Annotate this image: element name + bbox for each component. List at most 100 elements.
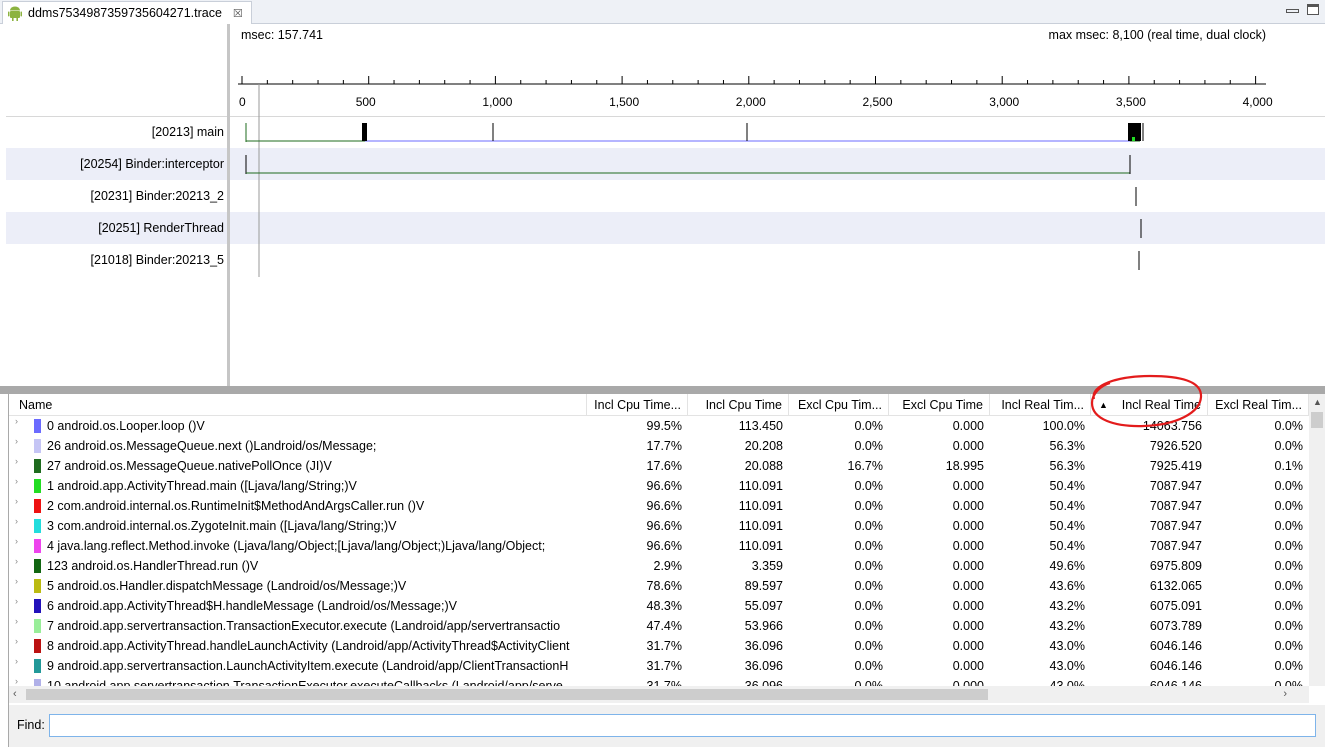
cell-c7: 0.0% <box>1274 539 1304 553</box>
ruler-separator <box>6 116 1325 117</box>
expand-arrow-icon[interactable]: › <box>15 536 18 546</box>
expand-arrow-icon[interactable]: › <box>15 556 18 566</box>
column-incl-cpu-pct[interactable]: Incl Cpu Time... <box>587 394 688 416</box>
timeline-label-divider[interactable] <box>227 24 230 386</box>
cell-c7: 0.0% <box>1274 659 1304 673</box>
thread-label: [20251] RenderThread <box>98 221 224 235</box>
expand-arrow-icon[interactable]: › <box>15 436 18 446</box>
table-row[interactable]: › 7 android.app.servertransaction.Transac… <box>9 616 1309 636</box>
vertical-scrollbar[interactable]: ▲ <box>1309 394 1325 686</box>
table-row[interactable]: › 26 android.os.MessageQueue.next ()Landr… <box>9 436 1309 456</box>
minimize-icon[interactable] <box>1286 4 1299 15</box>
profile-table: Name Incl Cpu Time... Incl Cpu Time Excl… <box>8 394 1325 705</box>
expand-arrow-icon[interactable]: › <box>15 516 18 526</box>
table-row[interactable]: › 9 android.app.servertransaction.LaunchA… <box>9 656 1309 676</box>
table-row[interactable]: › 8 android.app.ActivityThread.handleLaun… <box>9 636 1309 656</box>
horizontal-scroll-thumb[interactable] <box>26 689 988 700</box>
expand-arrow-icon[interactable]: › <box>15 616 18 626</box>
cell-c6: 6046.146 <box>1149 659 1202 673</box>
expand-arrow-icon[interactable]: › <box>15 416 18 426</box>
table-header: Name Incl Cpu Time... Incl Cpu Time Excl… <box>9 394 1309 416</box>
column-name[interactable]: Name <box>9 394 587 416</box>
horizontal-scrollbar[interactable]: ‹ › <box>9 686 1309 703</box>
expand-arrow-icon[interactable]: › <box>15 656 18 666</box>
thread-row[interactable]: [20213] main <box>6 116 1325 148</box>
cell-c3: 0.0% <box>854 539 884 553</box>
cell-c6: 6046.146 <box>1149 639 1202 653</box>
expand-arrow-icon[interactable]: › <box>15 456 18 466</box>
sort-ascending-icon: ▲ <box>1099 400 1108 410</box>
expand-arrow-icon[interactable]: › <box>15 476 18 486</box>
table-row[interactable]: › 27 android.os.MessageQueue.nativePollOn… <box>9 456 1309 476</box>
method-color-swatch <box>34 499 41 513</box>
expand-arrow-icon[interactable]: › <box>15 576 18 586</box>
ruler-tick-label: 2,000 <box>736 95 766 109</box>
thread-row[interactable]: [20251] RenderThread <box>6 212 1325 244</box>
table-row[interactable]: › 0 android.os.Looper.loop ()V 99.5% 113.45… <box>9 416 1309 436</box>
column-excl-real-pct[interactable]: Excl Real Tim... <box>1208 394 1309 416</box>
cell-c4: 18.995 <box>945 459 984 473</box>
method-name: 8 android.app.ActivityThread.handleLaunc… <box>47 639 570 653</box>
timeline-panel[interactable]: [20213] main [20254] Binder:interceptor … <box>0 24 1325 386</box>
cell-c1: 96.6% <box>646 539 682 553</box>
cell-c6: 7087.947 <box>1149 519 1202 533</box>
cell-c5: 100.0% <box>1042 419 1085 433</box>
cell-c4: 0.000 <box>952 579 984 593</box>
thread-row[interactable]: [21018] Binder:20213_5 <box>6 244 1325 276</box>
column-incl-real-pct[interactable]: Incl Real Tim... <box>990 394 1091 416</box>
scroll-right-icon[interactable]: › <box>1283 688 1287 700</box>
cell-c1: 17.6% <box>646 459 682 473</box>
method-color-swatch <box>34 559 41 573</box>
cell-c1: 99.5% <box>646 419 682 433</box>
method-name: 1 android.app.ActivityThread.main ([Ljav… <box>47 479 357 493</box>
scroll-up-icon[interactable]: ▲ <box>1313 397 1322 407</box>
scroll-left-icon[interactable]: ‹ <box>13 688 17 700</box>
table-row[interactable]: › 2 com.android.internal.os.RuntimeInit$M… <box>9 496 1309 516</box>
cell-c7: 0.0% <box>1274 579 1304 593</box>
table-row[interactable]: › 4 java.lang.reflect.Method.invoke (Ljav… <box>9 536 1309 556</box>
cell-c2: 36.096 <box>744 639 783 653</box>
find-input[interactable] <box>49 714 1316 737</box>
ruler-tick-label: 4,000 <box>1243 95 1273 109</box>
table-row[interactable]: › 5 android.os.Handler.dispatchMessage (L… <box>9 576 1309 596</box>
expand-arrow-icon[interactable]: › <box>15 676 18 686</box>
cell-c5: 49.6% <box>1049 559 1085 573</box>
cell-c3: 0.0% <box>854 599 884 613</box>
cell-c5: 50.4% <box>1049 519 1085 533</box>
tab-title: ddms7534987359735604271.trace <box>28 6 222 20</box>
thread-row[interactable]: [20231] Binder:20213_2 <box>6 180 1325 212</box>
trace-file-tab[interactable]: ddms7534987359735604271.trace ☒ <box>2 1 252 24</box>
vertical-scroll-thumb[interactable] <box>1311 412 1323 428</box>
table-row[interactable]: › 123 android.os.HandlerThread.run ()V 2.9… <box>9 556 1309 576</box>
cell-c2: 3.359 <box>751 559 783 573</box>
cell-c7: 0.0% <box>1274 439 1304 453</box>
cell-c5: 43.0% <box>1049 679 1085 686</box>
maximize-icon[interactable] <box>1307 4 1319 15</box>
column-incl-real[interactable]: ▲ Incl Real Time <box>1091 394 1208 416</box>
cell-c4: 0.000 <box>952 539 984 553</box>
thread-row[interactable]: [20254] Binder:interceptor <box>6 148 1325 180</box>
method-name: 3 com.android.internal.os.ZygoteInit.mai… <box>47 519 397 533</box>
method-name: 2 com.android.internal.os.RuntimeInit$Me… <box>47 499 425 513</box>
method-color-swatch <box>34 679 41 686</box>
expand-arrow-icon[interactable]: › <box>15 596 18 606</box>
close-icon[interactable]: ☒ <box>233 7 243 20</box>
cell-c7: 0.0% <box>1274 619 1304 633</box>
cell-c2: 89.597 <box>744 579 783 593</box>
panel-splitter[interactable] <box>0 386 1325 394</box>
cell-c3: 0.0% <box>854 499 884 513</box>
method-color-swatch <box>34 459 41 473</box>
table-row[interactable]: › 3 com.android.internal.os.ZygoteInit.ma… <box>9 516 1309 536</box>
column-excl-cpu-pct[interactable]: Excl Cpu Tim... <box>789 394 889 416</box>
cell-c1: 47.4% <box>646 619 682 633</box>
table-row[interactable]: › 1 android.app.ActivityThread.main ([Lja… <box>9 476 1309 496</box>
expand-arrow-icon[interactable]: › <box>15 636 18 646</box>
column-incl-cpu[interactable]: Incl Cpu Time <box>688 394 789 416</box>
table-row[interactable]: › 10 android.app.servertransaction.Transa… <box>9 676 1309 686</box>
cell-c5: 56.3% <box>1049 459 1085 473</box>
column-excl-cpu[interactable]: Excl Cpu Time <box>889 394 990 416</box>
cell-c3: 0.0% <box>854 479 884 493</box>
expand-arrow-icon[interactable]: › <box>15 496 18 506</box>
cell-c3: 0.0% <box>854 559 884 573</box>
table-row[interactable]: › 6 android.app.ActivityThread$H.handleMe… <box>9 596 1309 616</box>
